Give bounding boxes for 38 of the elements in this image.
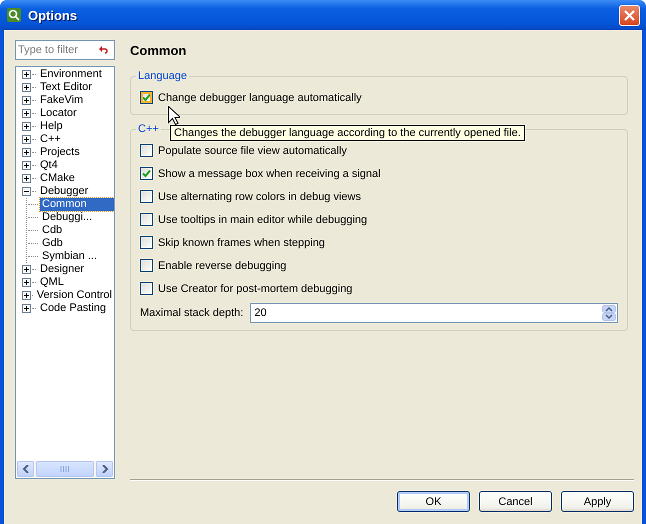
tree-item[interactable]: Text Editor: [38, 81, 94, 94]
group-title: Language: [137, 70, 188, 82]
tree-item[interactable]: Cdb: [40, 224, 64, 237]
checkbox-label: Use Creator for post-mortem debugging: [158, 282, 352, 294]
tree-item[interactable]: Code Pasting: [38, 302, 108, 315]
stack-depth-field[interactable]: 20: [250, 303, 618, 323]
checkbox-label: Show a message box when receiving a signal: [158, 168, 381, 180]
window-title: Options: [28, 8, 78, 22]
page-title: Common: [130, 43, 188, 59]
tree-item[interactable]: Help: [38, 120, 65, 133]
field-label: Maximal stack depth:: [140, 307, 244, 319]
tree-item[interactable]: FakeVim: [38, 94, 86, 107]
checkbox-label: Use tooltips in main editor while debugging: [158, 214, 368, 226]
tree-item[interactable]: Qt4: [38, 159, 60, 172]
dialog-button[interactable]: Cancel: [479, 491, 552, 512]
tree-item[interactable]: Debugger: [38, 185, 90, 198]
tree-item[interactable]: Environment: [38, 68, 104, 81]
tree-item[interactable]: QML: [38, 276, 66, 289]
tree-item[interactable]: Debuggi...: [40, 211, 94, 224]
tree-item[interactable]: Designer: [38, 263, 86, 276]
tree-item[interactable]: Symbian ...: [40, 250, 100, 263]
tree-item[interactable]: Common: [40, 198, 114, 211]
tree-item[interactable]: Gdb: [40, 237, 65, 250]
tree-item[interactable]: Projects: [38, 146, 82, 159]
tree-item[interactable]: Locator: [38, 107, 79, 120]
tooltip: Changes the debugger language according to the currently opened file.: [170, 125, 525, 141]
filter-field[interactable]: Type to filter: [15, 40, 115, 60]
checkbox-label: Skip known frames when stepping: [158, 236, 325, 248]
dialog-button[interactable]: Apply: [561, 491, 634, 512]
checkbox-label: Populate source file view automatically: [158, 144, 347, 156]
dialog-button[interactable]: OK: [397, 491, 470, 512]
tree-item[interactable]: CMake: [38, 172, 77, 185]
tree-item[interactable]: Version Control: [34, 289, 114, 302]
checkbox-label: Change debugger language automatically: [158, 92, 362, 104]
checkbox-label: Enable reverse debugging: [158, 260, 286, 272]
checkbox-label: Use alternating row colors in debug views: [158, 190, 361, 202]
group-title: C++: [137, 123, 160, 135]
tree-item[interactable]: C++: [38, 133, 63, 146]
